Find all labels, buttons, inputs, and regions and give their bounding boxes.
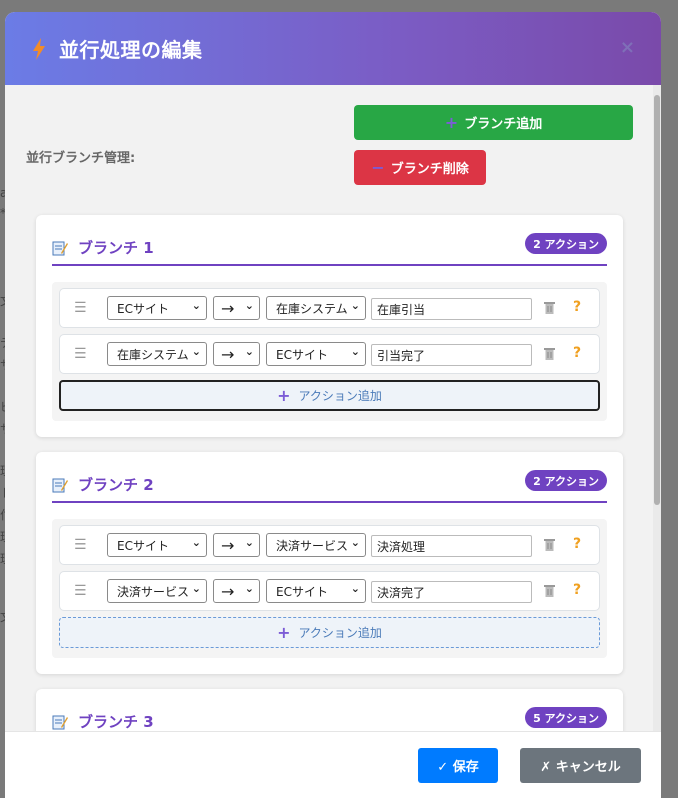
action-list: ☰ ECサイト ⌄ → ⌄ 在庫システム ⌄ 在庫引当 ? ☰ 在庫システム ⌄ → ⌄ …	[52, 282, 607, 421]
minus-icon: −	[371, 158, 385, 177]
branch-title: ブランチ 3	[78, 713, 154, 731]
action-list: ☰ ECサイト ⌄ → ⌄ 決済サービス ⌄ 決済処理 ? ☰ 決済サービス ⌄ → ⌄ …	[52, 519, 607, 658]
from-select[interactable]: 決済サービス ⌄	[107, 579, 207, 603]
add-action-label: アクション追加	[298, 626, 382, 640]
plus-icon: +	[277, 386, 291, 405]
edit-parallel-modal: 並行処理の編集 × 並行ブランチ管理: + ブランチ追加 − ブランチ削除 ブラ…	[5, 12, 661, 798]
add-action-button[interactable]: + アクション追加	[59, 617, 600, 648]
add-action-button[interactable]: + アクション追加	[59, 380, 600, 411]
plus-icon: +	[444, 113, 459, 132]
delete-branch-button[interactable]: − ブランチ削除	[354, 150, 486, 185]
branch-title: ブランチ 1	[78, 239, 154, 257]
message-input[interactable]: 決済処理	[371, 535, 532, 557]
arrow-select[interactable]: → ⌄	[213, 533, 260, 557]
action-row: ☰ ECサイト ⌄ → ⌄ 在庫システム ⌄ 在庫引当 ?	[59, 288, 600, 328]
to-select[interactable]: ECサイト ⌄	[266, 579, 366, 603]
memo-icon	[52, 478, 68, 492]
to-select[interactable]: ECサイト ⌄	[266, 342, 366, 366]
branch-header: ブランチ 3 5 アクション	[52, 705, 607, 731]
plus-icon: +	[277, 623, 291, 642]
help-icon[interactable]: ?	[573, 536, 581, 552]
drag-handle-icon[interactable]: ☰	[74, 300, 87, 316]
branch-card-3: ブランチ 3 5 アクション	[36, 689, 623, 731]
action-count-badge: 2 アクション	[525, 233, 607, 254]
close-button[interactable]: ×	[620, 37, 635, 58]
to-select[interactable]: 在庫システム ⌄	[266, 296, 366, 320]
from-select[interactable]: ECサイト ⌄	[107, 533, 207, 557]
branch-title: ブランチ 2	[78, 476, 154, 494]
trash-icon[interactable]	[544, 347, 555, 360]
trash-icon[interactable]	[544, 538, 555, 551]
cancel-button[interactable]: ✗ キャンセル	[520, 748, 641, 783]
lightning-icon	[33, 37, 45, 60]
scrollbar-thumb[interactable]	[654, 95, 660, 505]
branch-card-1: ブランチ 1 2 アクション ☰ ECサイト ⌄ → ⌄ 在庫システム ⌄ 在庫引当 …	[36, 215, 623, 437]
arrow-select[interactable]: → ⌄	[213, 296, 260, 320]
modal-title: 並行処理の編集	[59, 38, 203, 62]
add-branch-label: ブランチ追加	[464, 117, 543, 132]
save-button[interactable]: ✓ 保存	[418, 748, 498, 783]
action-row: ☰ 在庫システム ⌄ → ⌄ ECサイト ⌄ 引当完了 ?	[59, 334, 600, 374]
branch-header: ブランチ 2 2 アクション	[52, 468, 607, 503]
to-select[interactable]: 決済サービス ⌄	[266, 533, 366, 557]
arrow-select[interactable]: → ⌄	[213, 579, 260, 603]
drag-handle-icon[interactable]: ☰	[74, 346, 87, 362]
from-select[interactable]: ECサイト ⌄	[107, 296, 207, 320]
action-count-badge: 2 アクション	[525, 470, 607, 491]
branch-header: ブランチ 1 2 アクション	[52, 231, 607, 266]
trash-icon[interactable]	[544, 301, 555, 314]
help-icon[interactable]: ?	[573, 582, 581, 598]
delete-branch-label: ブランチ削除	[390, 162, 469, 177]
message-input[interactable]: 引当完了	[371, 344, 532, 366]
drag-handle-icon[interactable]: ☰	[74, 583, 87, 599]
add-branch-button[interactable]: + ブランチ追加	[354, 105, 633, 140]
branch-card-2: ブランチ 2 2 アクション ☰ ECサイト ⌄ → ⌄ 決済サービス ⌄ 決済処理 …	[36, 452, 623, 674]
drag-handle-icon[interactable]: ☰	[74, 537, 87, 553]
modal-footer: ✓ 保存 ✗ キャンセル	[5, 731, 661, 798]
action-count-badge: 5 アクション	[525, 707, 607, 728]
arrow-select[interactable]: → ⌄	[213, 342, 260, 366]
scrollbar[interactable]	[653, 85, 661, 731]
action-row: ☰ ECサイト ⌄ → ⌄ 決済サービス ⌄ 決済処理 ?	[59, 525, 600, 565]
action-row: ☰ 決済サービス ⌄ → ⌄ ECサイト ⌄ 決済完了 ?	[59, 571, 600, 611]
message-input[interactable]: 決済完了	[371, 581, 532, 603]
help-icon[interactable]: ?	[573, 299, 581, 315]
modal-body: 並行ブランチ管理: + ブランチ追加 − ブランチ削除 ブランチ 1 2 アクシ…	[5, 85, 661, 731]
from-select[interactable]: 在庫システム ⌄	[107, 342, 207, 366]
memo-icon	[52, 241, 68, 255]
help-icon[interactable]: ?	[573, 345, 581, 361]
message-input[interactable]: 在庫引当	[371, 298, 532, 320]
trash-icon[interactable]	[544, 584, 555, 597]
modal-header: 並行処理の編集 ×	[5, 12, 661, 85]
branch-management-label: 並行ブランチ管理:	[26, 151, 136, 166]
memo-icon	[52, 715, 68, 729]
add-action-label: アクション追加	[298, 389, 382, 403]
